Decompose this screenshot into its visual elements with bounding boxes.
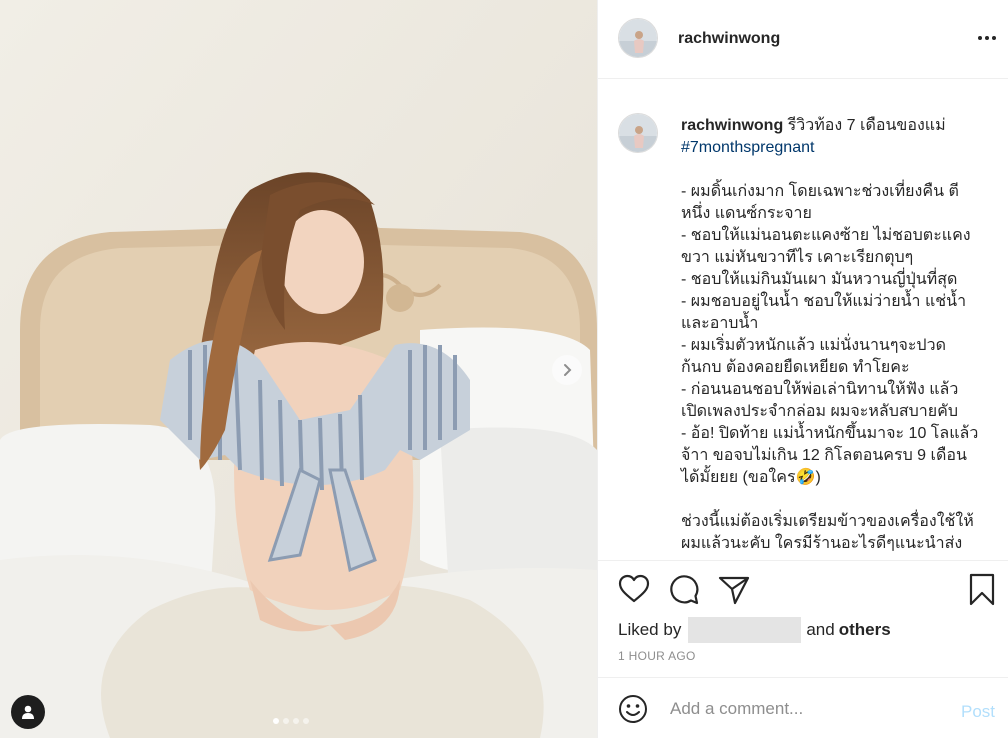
liked-and: and [806,620,835,639]
bookmark-icon [969,573,995,606]
caption-username[interactable]: rachwinwong [681,117,783,134]
carousel-dot [283,718,289,724]
caption-line: - ผมเริ่มตัวหนักแล้ว แม่นั่งนานๆจะปวดก้น… [681,337,946,376]
caption-line: - ชอบให้แม่กินมันเผา มันหวานญี่ปุ่นที่สุ… [681,271,958,288]
post-username[interactable]: rachwinwong [678,30,780,48]
comment-button[interactable] [668,574,700,611]
carousel-dot [293,718,299,724]
chevron-right-icon [564,364,572,376]
carousel-dot [303,718,309,724]
save-button[interactable] [968,573,996,612]
post-image [0,0,597,738]
avatar-image [619,19,657,57]
next-slide-button[interactable] [552,355,582,385]
others-link[interactable]: others [839,620,891,640]
post-photo[interactable] [0,0,597,738]
emoji-icon [619,695,647,723]
share-button[interactable] [718,574,750,611]
emoji-button[interactable] [618,694,648,729]
carousel-dot [273,718,279,724]
comment-bar: Post [598,677,1008,740]
user-icon [22,705,34,719]
post-timestamp[interactable]: 1 HOUR AGO [618,649,696,663]
comment-input[interactable] [668,698,942,720]
heart-icon [618,574,650,603]
like-button[interactable] [618,574,650,609]
post-side-panel: rachwinwong rachwinwong รีวิวท้อง 7 เดือ… [597,0,1008,738]
tagged-users-button[interactable] [11,695,45,729]
avatar[interactable] [618,18,658,58]
carousel-indicator [273,718,309,724]
post-header: rachwinwong [598,0,1008,79]
avatar-image [619,114,657,152]
ellipsis-icon[interactable] [975,28,999,48]
caption-text: rachwinwong รีวิวท้อง 7 เดือนของแม่ #7mo… [681,115,981,555]
post-comment-button[interactable]: Post [961,702,995,722]
caption-line: - อ้อ! ปิดท้าย แม่น้ำหนักขึ้นมาจะ 10 โลแ… [681,425,979,486]
comment-icon [670,575,699,605]
caption-section: rachwinwong รีวิวท้อง 7 เดือนของแม่ #7mo… [598,79,1008,560]
caption-headline: รีวิวท้อง 7 เดือนของแม่ [783,117,946,134]
caption-line: - ชอบให้แม่นอนตะแคงซ้าย ไม่ชอบตะแคงขวา แ… [681,227,971,266]
caption-body: - ผมดิ้นเก่งมาก โดยเฉพาะช่วงเที่ยงคืน ตี… [681,181,981,555]
caption-line: - ผมชอบอยู่ในน้ำ ชอบให้แม่ว่ายน้ำ แช่น้ำ… [681,293,967,332]
post-actions: Liked by and others 1 HOUR AGO Post [598,560,1008,739]
redacted-username[interactable] [688,617,802,643]
caption-line: - ก่อนนอนชอบให้พ่อเล่านิทานให้ฟัง แล้วเป… [681,381,959,420]
avatar[interactable] [618,113,658,153]
liked-by-text: Liked by and others [618,617,891,643]
caption-line [681,489,981,511]
caption-line: - ผมดิ้นเก่งมาก โดยเฉพาะช่วงเที่ยงคืน ตี… [681,183,959,222]
send-icon [718,576,750,605]
hashtag-link[interactable]: #7monthspregnant [681,137,981,159]
liked-prefix: Liked by [618,620,682,639]
caption-line: ช่วงนี้แม่ต้องเริ่มเตรียมข้าวของเครื่องใ… [681,513,974,552]
